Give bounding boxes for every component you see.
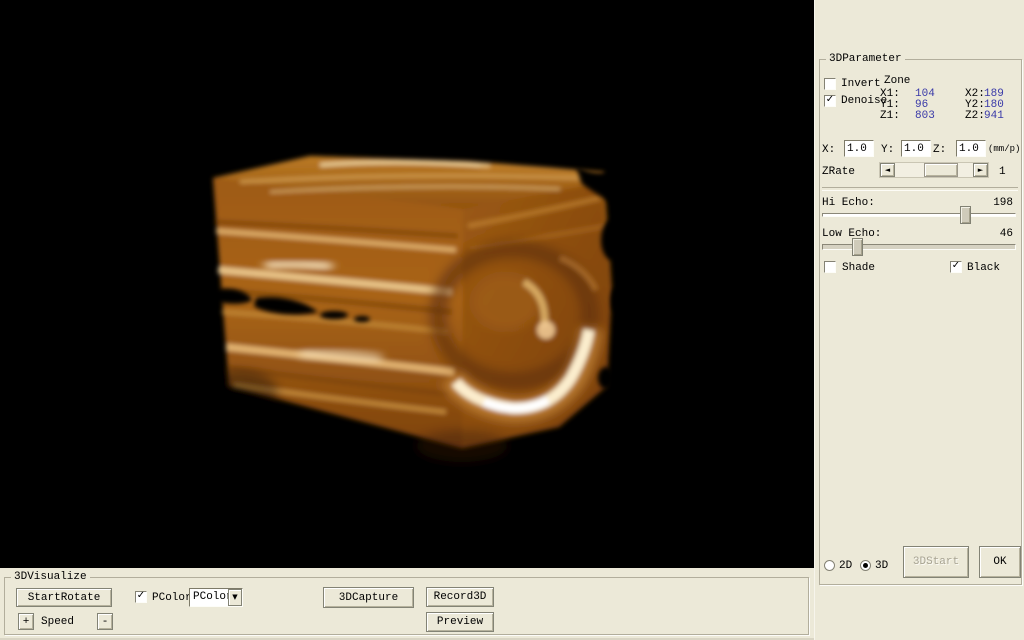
zrate-right-arrow-button[interactable]: ► bbox=[973, 163, 988, 177]
speed-minus-button[interactable]: - bbox=[97, 613, 113, 630]
chevron-down-icon: ▼ bbox=[232, 594, 237, 601]
y-scale-label: Y: bbox=[881, 144, 894, 156]
mode-3d-radio[interactable] bbox=[860, 560, 871, 571]
ok-button[interactable]: OK bbox=[979, 546, 1021, 578]
shade-label: Shade bbox=[842, 262, 875, 274]
speed-label: Speed bbox=[41, 616, 74, 628]
3dstart-button[interactable]: 3DStart bbox=[903, 546, 969, 578]
z-scale-label: Z: bbox=[933, 144, 946, 156]
preview-button[interactable]: Preview bbox=[426, 612, 494, 632]
x-scale-label: X: bbox=[822, 144, 835, 156]
zrate-left-arrow-button[interactable]: ◄ bbox=[880, 163, 895, 177]
parameter-groupbox: 3DParameter Invert ✓ Denoise Zone X1: 10… bbox=[819, 59, 1022, 585]
mode-2d-label: 2D bbox=[839, 560, 852, 572]
checkmark-icon: ✓ bbox=[952, 261, 960, 271]
zrate-scrollbar[interactable]: ◄ ► bbox=[879, 162, 989, 178]
z-scale-input[interactable] bbox=[956, 140, 986, 157]
zrate-value: 1 bbox=[999, 166, 1006, 178]
hi-echo-value: 198 bbox=[993, 197, 1013, 209]
mode-3d-label: 3D bbox=[875, 560, 888, 572]
hi-echo-slider-thumb[interactable] bbox=[960, 206, 971, 224]
section-divider bbox=[822, 187, 1018, 191]
hi-echo-slider-track[interactable] bbox=[822, 213, 1016, 217]
volume-render[interactable] bbox=[0, 0, 814, 568]
scale-unit-label: (mm/p) bbox=[988, 143, 1020, 155]
visualize-groupbox: 3DVisualize StartRotate + Speed - ✓ PCol… bbox=[4, 577, 809, 635]
3dcapture-button[interactable]: 3DCapture bbox=[323, 587, 414, 608]
visualize-panel: 3DVisualize StartRotate + Speed - ✓ PCol… bbox=[0, 568, 814, 640]
black-checkbox[interactable]: ✓ bbox=[950, 261, 962, 273]
checkmark-icon: ✓ bbox=[137, 591, 145, 601]
x-scale-input[interactable] bbox=[844, 140, 874, 157]
left-arrow-icon: ◄ bbox=[885, 167, 890, 174]
black-label: Black bbox=[967, 262, 1000, 274]
speed-plus-button[interactable]: + bbox=[18, 613, 34, 630]
invert-checkbox[interactable] bbox=[824, 78, 836, 90]
y-scale-input[interactable] bbox=[901, 140, 931, 157]
mode-2d-radio[interactable] bbox=[824, 560, 835, 571]
pcolor-combo-value: PColor bbox=[193, 591, 233, 604]
shade-checkbox[interactable] bbox=[824, 261, 836, 273]
zone-z1-label: Z1: bbox=[880, 110, 900, 122]
low-echo-value: 46 bbox=[1000, 228, 1013, 240]
hi-echo-label: Hi Echo: bbox=[822, 197, 875, 209]
app-window: 3DParameter Invert ✓ Denoise Zone X1: 10… bbox=[0, 0, 1024, 640]
zone-z1-value: 803 bbox=[915, 110, 935, 122]
zrate-label: ZRate bbox=[822, 166, 855, 178]
radio-dot bbox=[863, 563, 868, 568]
3d-viewport[interactable] bbox=[0, 0, 814, 568]
visualize-group-title: 3DVisualize bbox=[11, 571, 90, 583]
zone-z2-value: 941 bbox=[984, 110, 1004, 122]
zone-title: Zone bbox=[884, 75, 910, 87]
pcolor-checkbox[interactable]: ✓ bbox=[135, 591, 147, 603]
right-arrow-icon: ► bbox=[978, 167, 983, 174]
low-echo-slider-thumb[interactable] bbox=[852, 238, 863, 256]
pcolor-label: PColor bbox=[152, 592, 192, 604]
pcolor-combobox[interactable]: PColor ▼ bbox=[189, 588, 243, 607]
denoise-checkbox[interactable]: ✓ bbox=[824, 95, 836, 107]
parameter-group-title: 3DParameter bbox=[826, 53, 905, 65]
start-rotate-button[interactable]: StartRotate bbox=[16, 588, 112, 607]
pcolor-combo-dropdown-button[interactable]: ▼ bbox=[228, 589, 242, 606]
checkmark-icon: ✓ bbox=[826, 95, 834, 105]
parameter-panel: 3DParameter Invert ✓ Denoise Zone X1: 10… bbox=[814, 0, 1024, 640]
record3d-button[interactable]: Record3D bbox=[426, 587, 494, 607]
invert-label: Invert bbox=[841, 78, 881, 90]
zrate-scrollbar-thumb[interactable] bbox=[924, 163, 958, 177]
zone-z2-label: Z2: bbox=[965, 110, 985, 122]
